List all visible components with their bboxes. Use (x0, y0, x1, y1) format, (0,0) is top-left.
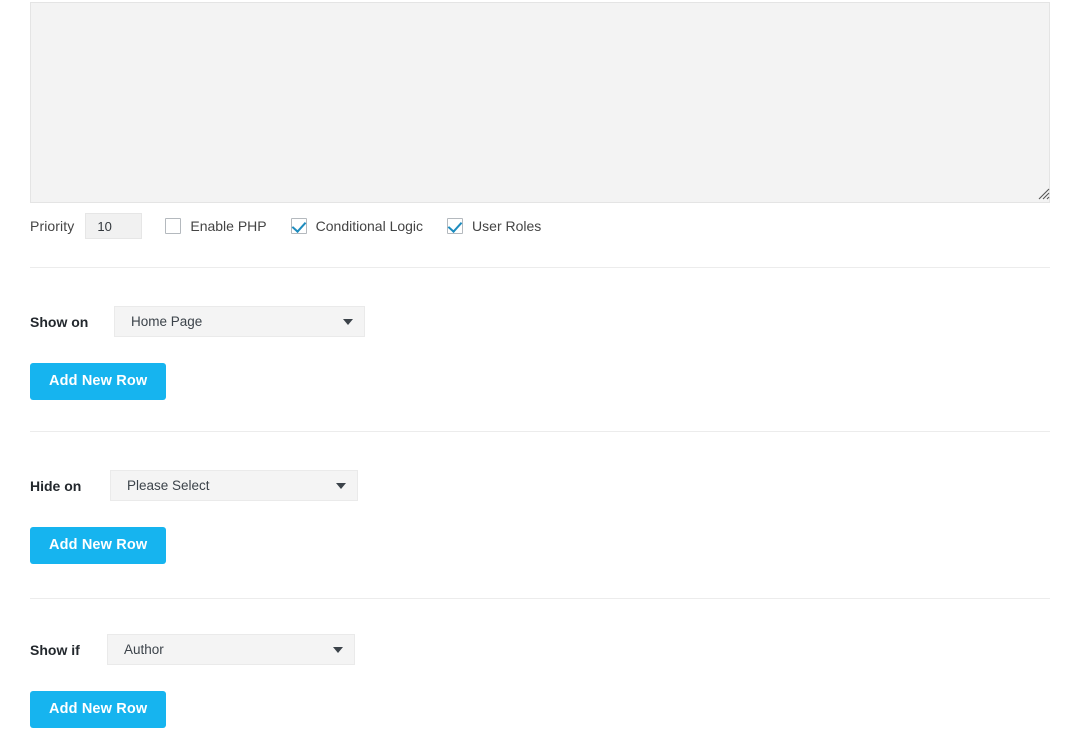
checkbox-enable-php-box[interactable] (165, 218, 181, 234)
checkbox-enable-php[interactable]: Enable PHP (165, 218, 266, 234)
section-divider (30, 598, 1050, 599)
show-on-select[interactable]: Home Page (114, 306, 365, 337)
priority-label: Priority (30, 218, 74, 234)
plugin-settings-panel: Priority Enable PHP Conditional Logic Us… (0, 0, 1081, 730)
hide-on-add-new-row-button[interactable]: Add New Row (30, 527, 166, 564)
show-if-select-wrap: Author (107, 634, 355, 665)
show-on-select-wrap: Home Page (114, 306, 365, 337)
show-if-add-new-row-button[interactable]: Add New Row (30, 691, 166, 728)
hide-on-select-wrap: Please Select (110, 470, 358, 501)
priority-input[interactable] (85, 213, 142, 239)
show-on-add-new-row-button[interactable]: Add New Row (30, 363, 166, 400)
checkbox-user-roles-label: User Roles (472, 218, 541, 234)
hide-on-row: Hide on Please Select (30, 470, 358, 501)
checkbox-conditional-logic-label: Conditional Logic (316, 218, 423, 234)
show-on-row: Show on Home Page (30, 306, 365, 337)
checkbox-conditional-logic[interactable]: Conditional Logic (291, 218, 423, 234)
show-if-select[interactable]: Author (107, 634, 355, 665)
checkbox-conditional-logic-box[interactable] (291, 218, 307, 234)
show-if-row: Show if Author (30, 634, 355, 665)
hide-on-select[interactable]: Please Select (110, 470, 358, 501)
show-if-label: Show if (30, 642, 107, 658)
show-on-label: Show on (30, 314, 114, 330)
checkbox-user-roles[interactable]: User Roles (447, 218, 541, 234)
hide-on-label: Hide on (30, 478, 110, 494)
options-row: Priority Enable PHP Conditional Logic Us… (30, 213, 541, 239)
checkbox-user-roles-box[interactable] (447, 218, 463, 234)
section-divider (30, 267, 1050, 268)
section-divider (30, 431, 1050, 432)
checkbox-enable-php-label: Enable PHP (190, 218, 266, 234)
php-code-textarea[interactable] (30, 2, 1050, 203)
